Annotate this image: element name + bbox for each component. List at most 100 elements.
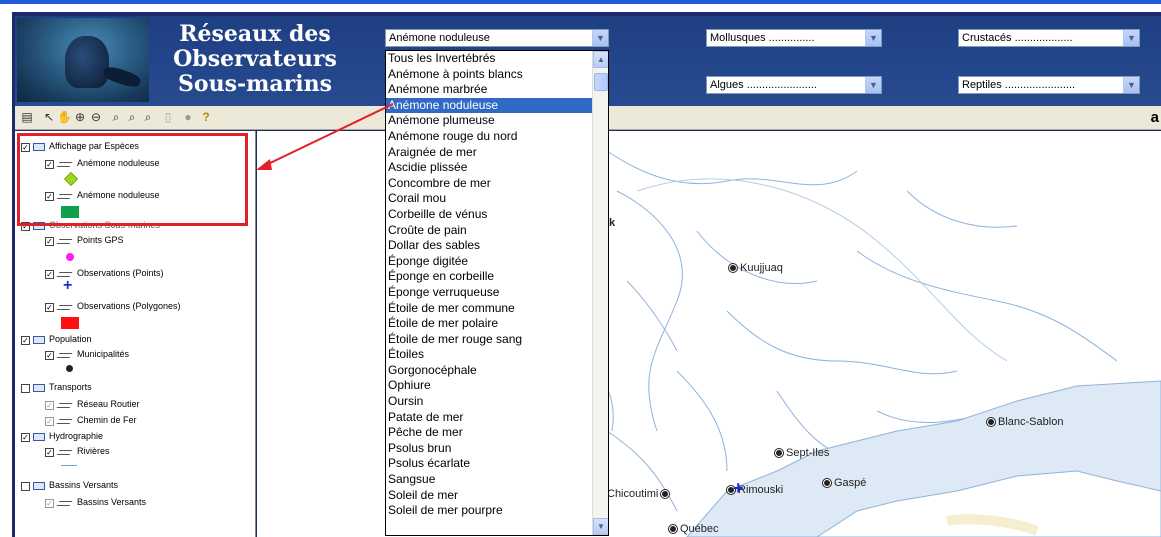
city-sept-iles[interactable]: Sept-Iles (775, 447, 829, 459)
dropdown-option[interactable]: Corail mou (386, 191, 593, 207)
folder-icon (33, 336, 45, 344)
city-chicoutimi[interactable]: Chicoutimi (607, 488, 672, 500)
city-dot-icon (729, 264, 737, 272)
chevron-down-icon[interactable]: ▼ (865, 30, 881, 46)
dropdown-option[interactable]: Anémone à points blancs (386, 67, 593, 83)
legend-group-transport: Transports (49, 382, 92, 392)
zoom-extent-icon[interactable]: ⌕ (125, 110, 139, 124)
dropdown-option[interactable]: Croûte de pain (386, 223, 593, 239)
zoom-out-icon[interactable]: ⊖ (89, 110, 103, 124)
dropdown-option[interactable]: Pêche de mer (386, 425, 593, 441)
gps-point-symbol (66, 253, 74, 261)
dropdown-option[interactable]: Dollar des sables (386, 238, 593, 254)
algae-select[interactable]: Algues ....................... ▼ (706, 76, 882, 94)
dropdown-option[interactable]: Anémone noduleuse (386, 97, 593, 114)
zoom-layer-icon[interactable]: ⌕ (141, 110, 155, 124)
dropdown-option[interactable]: Étoile de mer commune (386, 301, 593, 317)
checkbox-watersheds[interactable]: ✓ (45, 499, 54, 508)
dropdown-option[interactable]: Concombre de mer (386, 176, 593, 192)
chevron-down-icon[interactable]: ▼ (593, 518, 608, 535)
city-quebec[interactable]: Québec (669, 523, 719, 535)
chevron-down-icon[interactable]: ▼ (1123, 30, 1139, 46)
legend-layer-rail: Chemin de Fer (77, 415, 137, 425)
app-title-line-1: Réseaux des (179, 21, 331, 47)
species-select[interactable]: Anémone noduleuse ▼ (385, 29, 609, 47)
reptiles-select[interactable]: Reptiles ....................... ▼ (958, 76, 1140, 94)
layer-icon (56, 239, 73, 244)
chevron-up-icon[interactable]: ▲ (593, 51, 608, 68)
checkbox-transport-group[interactable] (21, 384, 30, 393)
dropdown-option[interactable]: Soleil de mer (386, 488, 593, 504)
legend-group-population: Population (49, 334, 92, 344)
toolbar-truncated-text: a (1150, 109, 1159, 126)
dropdown-option[interactable]: Anémone rouge du nord (386, 129, 593, 145)
species-select-value: Anémone noduleuse (389, 32, 490, 44)
dropdown-option[interactable]: Étoiles (386, 347, 593, 363)
identify-icon[interactable]: ● (181, 110, 195, 124)
river-line (726, 310, 958, 375)
observation-plus-marker[interactable]: + (733, 479, 744, 497)
checkbox-rivers[interactable]: ✓ (45, 448, 54, 457)
checkbox-population-group[interactable]: ✓ (21, 336, 30, 345)
scrollbar-thumb[interactable] (594, 73, 608, 91)
checkbox-obs-points[interactable]: ✓ (45, 270, 54, 279)
checkbox-roads[interactable]: ✓ (45, 401, 54, 410)
river-line (906, 190, 1018, 228)
pointer-icon[interactable]: ↖ (42, 110, 56, 124)
molluscs-select[interactable]: Mollusques ............... ▼ (706, 29, 882, 47)
river-line (856, 250, 1118, 362)
dropdown-option[interactable]: Araignée de mer (386, 145, 593, 161)
checkbox-hydro-group[interactable]: ✓ (21, 433, 30, 442)
layers-icon[interactable]: ▤ (20, 110, 34, 124)
dropdown-option[interactable]: Anémone plumeuse (386, 113, 593, 129)
dropdown-option[interactable]: Ascidie plissée (386, 160, 593, 176)
app-title-line-3: Sous-marins (178, 71, 332, 97)
dropdown-option[interactable]: Éponge digitée (386, 254, 593, 270)
zoom-prev-icon[interactable]: ⌕ (109, 110, 123, 124)
dropdown-option[interactable]: Soleil de mer pourpre (386, 503, 593, 519)
layer-icon (56, 353, 73, 358)
river-line (616, 190, 683, 432)
dropdown-option[interactable]: Éponge verruqueuse (386, 285, 593, 301)
chevron-down-icon[interactable]: ▼ (592, 30, 608, 46)
checkbox-gps[interactable]: ✓ (45, 237, 54, 246)
city-dot-icon (775, 449, 783, 457)
algae-select-value: Algues ....................... (710, 79, 817, 91)
zoom-in-icon[interactable]: ⊕ (73, 110, 87, 124)
dropdown-option[interactable]: Étoile de mer polaire (386, 316, 593, 332)
dropdown-option[interactable]: Étoile de mer rouge sang (386, 332, 593, 348)
dropdown-option[interactable]: Éponge en corbeille (386, 269, 593, 285)
pan-icon[interactable]: ✋ (57, 110, 72, 124)
city-gaspe[interactable]: Gaspé (823, 477, 866, 489)
folder-icon (33, 433, 45, 441)
checkbox-rail[interactable]: ✓ (45, 417, 54, 426)
dropdown-option[interactable]: Sangsue (386, 472, 593, 488)
print-icon[interactable]: ▯ (161, 110, 175, 124)
dropdown-option[interactable]: Psolus écarlate (386, 456, 593, 472)
dropdown-option[interactable]: Corbeille de vénus (386, 207, 593, 223)
checkbox-obs-polygons[interactable]: ✓ (45, 303, 54, 312)
city-dot-icon (823, 479, 831, 487)
help-icon[interactable]: ? (199, 110, 213, 124)
reptiles-select-value: Reptiles ....................... (962, 79, 1076, 91)
dropdown-option[interactable]: Gorgonocéphale (386, 363, 593, 379)
checkbox-watersheds-group[interactable] (21, 482, 30, 491)
dropdown-option[interactable]: Tous les Invertébrés (386, 51, 593, 67)
city-dot-icon (661, 490, 670, 498)
crustaceans-select[interactable]: Crustacés ................... ▼ (958, 29, 1140, 47)
species-dropdown-list[interactable]: Tous les Invertébrés Anémone à points bla… (385, 50, 609, 536)
dropdown-option[interactable]: Psolus brun (386, 441, 593, 457)
chevron-down-icon[interactable]: ▼ (865, 77, 881, 93)
checkbox-municipalities[interactable]: ✓ (45, 351, 54, 360)
legend-layer-watersheds: Bassins Versants (77, 497, 147, 507)
legend-layer-municipalities: Municipalités (77, 349, 130, 359)
city-kuujjuaq[interactable]: Kuujjuaq (729, 262, 783, 274)
layer-icon (56, 305, 73, 310)
city-blanc-sablon[interactable]: Blanc-Sablon (987, 416, 1063, 428)
dropdown-option[interactable]: Patate de mer (386, 410, 593, 426)
dropdown-option[interactable]: Oursin (386, 394, 593, 410)
dropdown-option[interactable]: Ophiure (386, 378, 593, 394)
dropdown-option[interactable]: Anémone marbrée (386, 82, 593, 98)
dropdown-scrollbar[interactable]: ▲ ▼ (592, 51, 608, 535)
chevron-down-icon[interactable]: ▼ (1123, 77, 1139, 93)
